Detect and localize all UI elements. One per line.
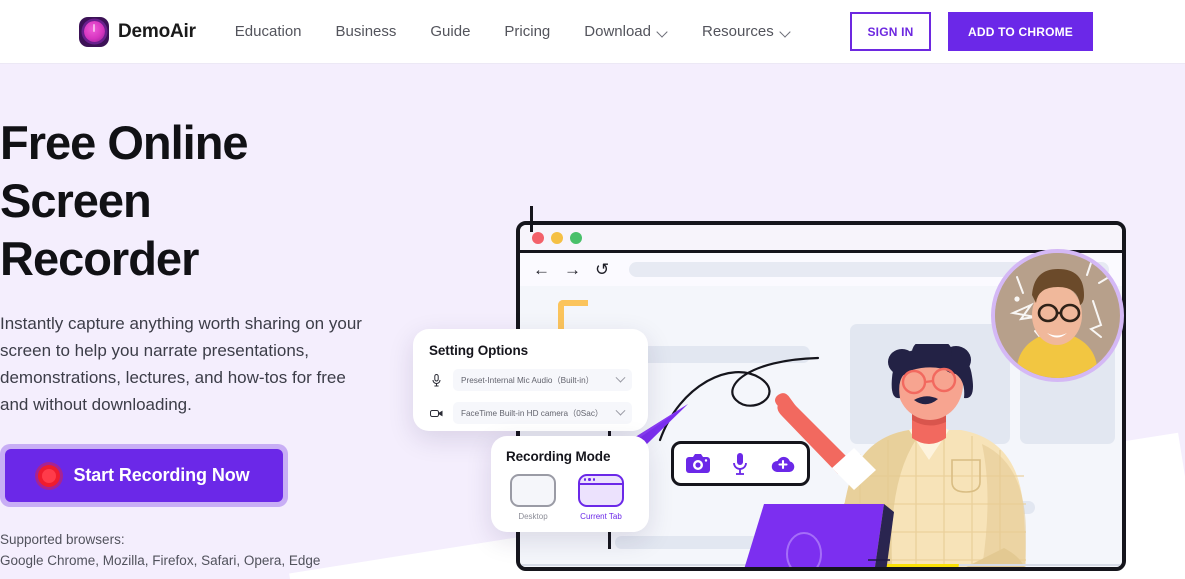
start-recording-button-wrapper: Start Recording Now bbox=[0, 444, 288, 507]
recording-mode-desktop-label: Desktop bbox=[518, 512, 548, 521]
nav-link-label: Business bbox=[335, 23, 397, 40]
nav-link-download[interactable]: Download bbox=[567, 17, 685, 46]
hero-subtitle: Instantly capture anything worth sharing… bbox=[0, 314, 362, 414]
nav-link-pricing[interactable]: Pricing bbox=[487, 17, 567, 46]
nav-link-label: Download bbox=[584, 23, 651, 40]
page-title: Free Online Screen Recorder bbox=[0, 114, 400, 288]
nav-link-label: Education bbox=[234, 23, 302, 40]
microphone-icon[interactable] bbox=[732, 452, 748, 476]
demoair-circle-logo-icon bbox=[79, 16, 109, 47]
recording-mode-desktop[interactable]: Desktop bbox=[506, 474, 560, 521]
supported-browsers-label: Supported browsers: bbox=[0, 532, 125, 547]
setting-options-card: Setting Options Preset-Internal Mic Audi… bbox=[413, 329, 648, 431]
nav-actions: SIGN IN ADD TO CHROME bbox=[850, 12, 1093, 51]
setting-options-title: Setting Options bbox=[429, 343, 528, 358]
hero-title-line-1: Free Online bbox=[0, 116, 249, 169]
browser-titlebar bbox=[520, 225, 1122, 253]
back-arrow-icon[interactable]: ← bbox=[533, 261, 550, 278]
mic-select[interactable]: Preset-Internal Mic Audio（Built-in） bbox=[453, 369, 632, 391]
top-navigation-bar: DemoAir Education Business Guide Pricing… bbox=[0, 0, 1185, 64]
capture-corner-icon bbox=[558, 300, 588, 330]
chevron-down-icon bbox=[615, 405, 626, 416]
hero-section: Free Online Screen Recorder Instantly ca… bbox=[0, 64, 1185, 579]
camera-icon[interactable] bbox=[685, 453, 711, 475]
nav-link-business[interactable]: Business bbox=[319, 17, 414, 46]
reload-icon[interactable]: ↺ bbox=[595, 261, 609, 278]
microphone-icon bbox=[429, 373, 444, 387]
hero-illustration: ← → ↺ Setting Options Preset-Internal Mi… bbox=[413, 159, 1131, 579]
window-close-dot-icon bbox=[532, 231, 544, 244]
nav-links: Education Business Guide Pricing Downloa… bbox=[218, 17, 808, 46]
add-to-chrome-button[interactable]: ADD TO CHROME bbox=[948, 12, 1093, 51]
camera-select-value: FaceTime Built-in HD camera（0Sac） bbox=[461, 409, 604, 418]
sign-in-button[interactable]: SIGN IN bbox=[850, 12, 931, 51]
nav-link-label: Resources bbox=[702, 23, 774, 40]
hero-title-line-3: Recorder bbox=[0, 232, 199, 285]
camera-setting-row[interactable]: FaceTime Built-in HD camera（0Sac） bbox=[429, 402, 632, 424]
chevron-down-icon bbox=[658, 27, 668, 37]
brand-name: DemoAir bbox=[118, 20, 196, 42]
recording-mode-current-tab[interactable]: Current Tab bbox=[574, 474, 628, 521]
cloud-upload-icon[interactable] bbox=[770, 454, 796, 474]
mic-setting-row[interactable]: Preset-Internal Mic Audio（Built-in） bbox=[429, 369, 632, 391]
laptop-illustration bbox=[744, 504, 894, 567]
presenter-avatar bbox=[991, 249, 1124, 382]
forward-arrow-icon[interactable]: → bbox=[564, 261, 581, 278]
nav-link-label: Pricing bbox=[504, 23, 551, 40]
start-recording-label: Start Recording Now bbox=[73, 465, 250, 485]
mic-select-value: Preset-Internal Mic Audio（Built-in） bbox=[461, 376, 594, 385]
chevron-down-icon bbox=[615, 372, 626, 383]
recording-mode-current-tab-label: Current Tab bbox=[580, 512, 622, 521]
window-minimize-dot-icon bbox=[551, 231, 563, 244]
window-maximize-dot-icon bbox=[570, 231, 582, 244]
camera-icon bbox=[429, 409, 444, 418]
recording-mode-options: Desktop Current Tab bbox=[506, 474, 634, 521]
hero-copy: Free Online Screen Recorder Instantly ca… bbox=[0, 114, 400, 571]
nav-link-guide[interactable]: Guide bbox=[413, 17, 487, 46]
connector-tick bbox=[530, 206, 533, 232]
desktop-icon bbox=[510, 474, 556, 507]
record-dot-icon bbox=[38, 464, 61, 487]
brand-logo-link[interactable]: DemoAir bbox=[79, 16, 196, 47]
recording-toolbar bbox=[671, 441, 810, 486]
demoair-landing-page: DemoAir Education Business Guide Pricing… bbox=[0, 0, 1185, 579]
chevron-down-icon bbox=[781, 27, 791, 37]
recording-mode-title: Recording Mode bbox=[506, 449, 611, 464]
nav-link-resources[interactable]: Resources bbox=[685, 17, 808, 46]
supported-browsers-list: Google Chrome, Mozilla, Firefox, Safari,… bbox=[0, 553, 321, 568]
nav-link-label: Guide bbox=[430, 23, 471, 40]
supported-browsers: Supported browsers: Google Chrome, Mozil… bbox=[0, 529, 400, 571]
nav-link-education[interactable]: Education bbox=[218, 17, 319, 46]
hero-title-line-2: Screen bbox=[0, 174, 152, 227]
start-recording-button[interactable]: Start Recording Now bbox=[5, 449, 283, 502]
recording-mode-card: Recording Mode Desktop Current Tab bbox=[491, 436, 649, 532]
browser-tab-icon bbox=[578, 474, 624, 507]
camera-select[interactable]: FaceTime Built-in HD camera（0Sac） bbox=[453, 402, 632, 424]
